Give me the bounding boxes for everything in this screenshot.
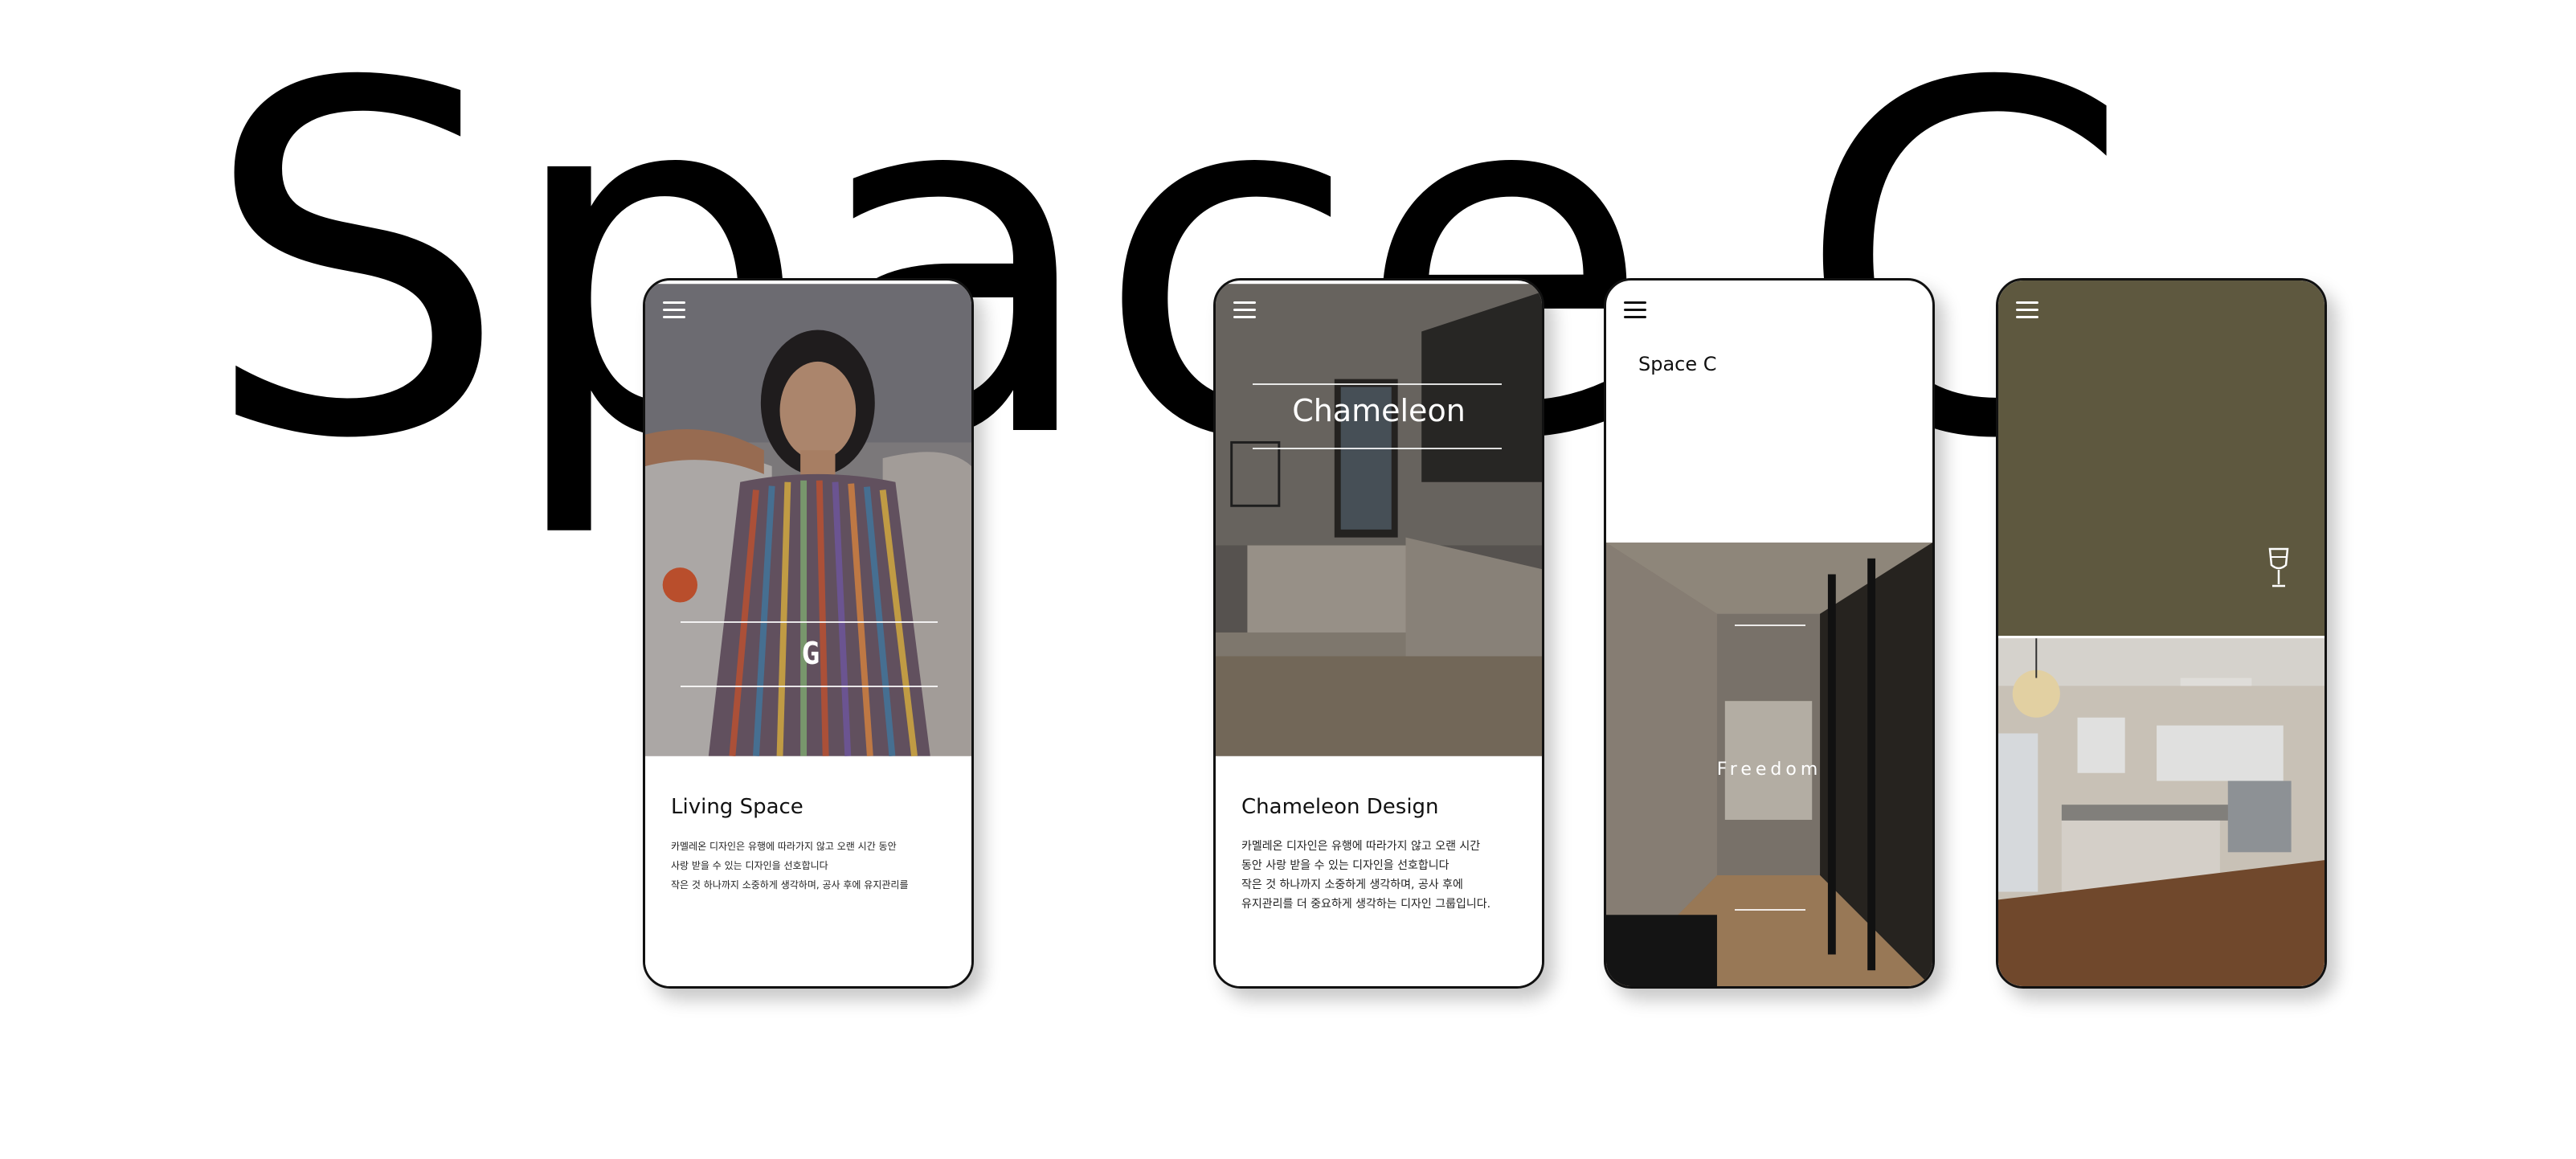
brand-name: Space C [1638, 353, 1717, 375]
caption-card: Chameleon Design 카멜레온 디자인은 유행에 따라가지 않고 오… [1216, 760, 1542, 986]
kitchen-photo [1216, 284, 1542, 756]
kitchen-room-photo [1998, 638, 2325, 986]
divider-line [1735, 625, 1805, 626]
logo-mark: G [801, 636, 820, 671]
phone-screen-chameleon: Chameleon Chameleon Design 카멜레온 디자인은 유행에… [1213, 278, 1544, 989]
caption-line: 카멜레온 디자인은 유행에 따라가지 않고 오랜 시간 동안 [671, 841, 897, 852]
divider-line [1735, 909, 1805, 911]
phone-screen-olive [1996, 278, 2327, 989]
hamburger-menu-icon[interactable] [1624, 301, 1646, 319]
caption-line: 카멜레온 디자인은 유행에 따라가지 않고 오랜 시간 [1241, 840, 1481, 853]
phone-screen-living-space: G Living Space 카멜레온 디자인은 유행에 따라가지 않고 오랜 … [643, 278, 974, 989]
caption-card: Living Space 카멜레온 디자인은 유행에 따라가지 않고 오랜 시간… [645, 760, 971, 986]
portrait-photo [645, 284, 971, 757]
phone-screen-freedom: Space C Freedom [1604, 278, 1935, 989]
hamburger-menu-icon[interactable] [1233, 301, 1256, 319]
caption-body: 카멜레온 디자인은 유행에 따라가지 않고 오랜 시간 동안 사랑 받을 수 있… [1241, 837, 1523, 914]
divider-line [1253, 383, 1502, 385]
caption-line: 작은 것 하나까지 소중하게 생각하며, 공사 후에 유지관리를 [671, 879, 909, 891]
caption-title: Chameleon Design [1241, 795, 1439, 819]
divider-line [681, 686, 938, 687]
caption-line: 동안 사랑 받을 수 있는 디자인을 선호합니다 [1241, 859, 1450, 872]
divider-line [681, 621, 938, 623]
wine-glass-icon [2268, 547, 2289, 588]
caption-title: Living Space [671, 795, 803, 819]
caption-line: 유지관리를 더 중요하게 생각하는 디자인 그룹입니다. [1241, 898, 1491, 911]
overlay-text: Freedom [1716, 760, 1822, 780]
overlay-title: Chameleon [1292, 393, 1466, 428]
caption-line: 사랑 받을 수 있는 디자인을 선호합니다 [671, 860, 828, 871]
caption-body: 카멜레온 디자인은 유행에 따라가지 않고 오랜 시간 동안 사랑 받을 수 있… [671, 837, 952, 895]
hamburger-menu-icon[interactable] [663, 301, 685, 319]
hamburger-menu-icon[interactable] [2016, 301, 2038, 319]
caption-line: 작은 것 하나까지 소중하게 생각하며, 공사 후에 [1241, 878, 1463, 891]
divider-line [1253, 448, 1502, 449]
